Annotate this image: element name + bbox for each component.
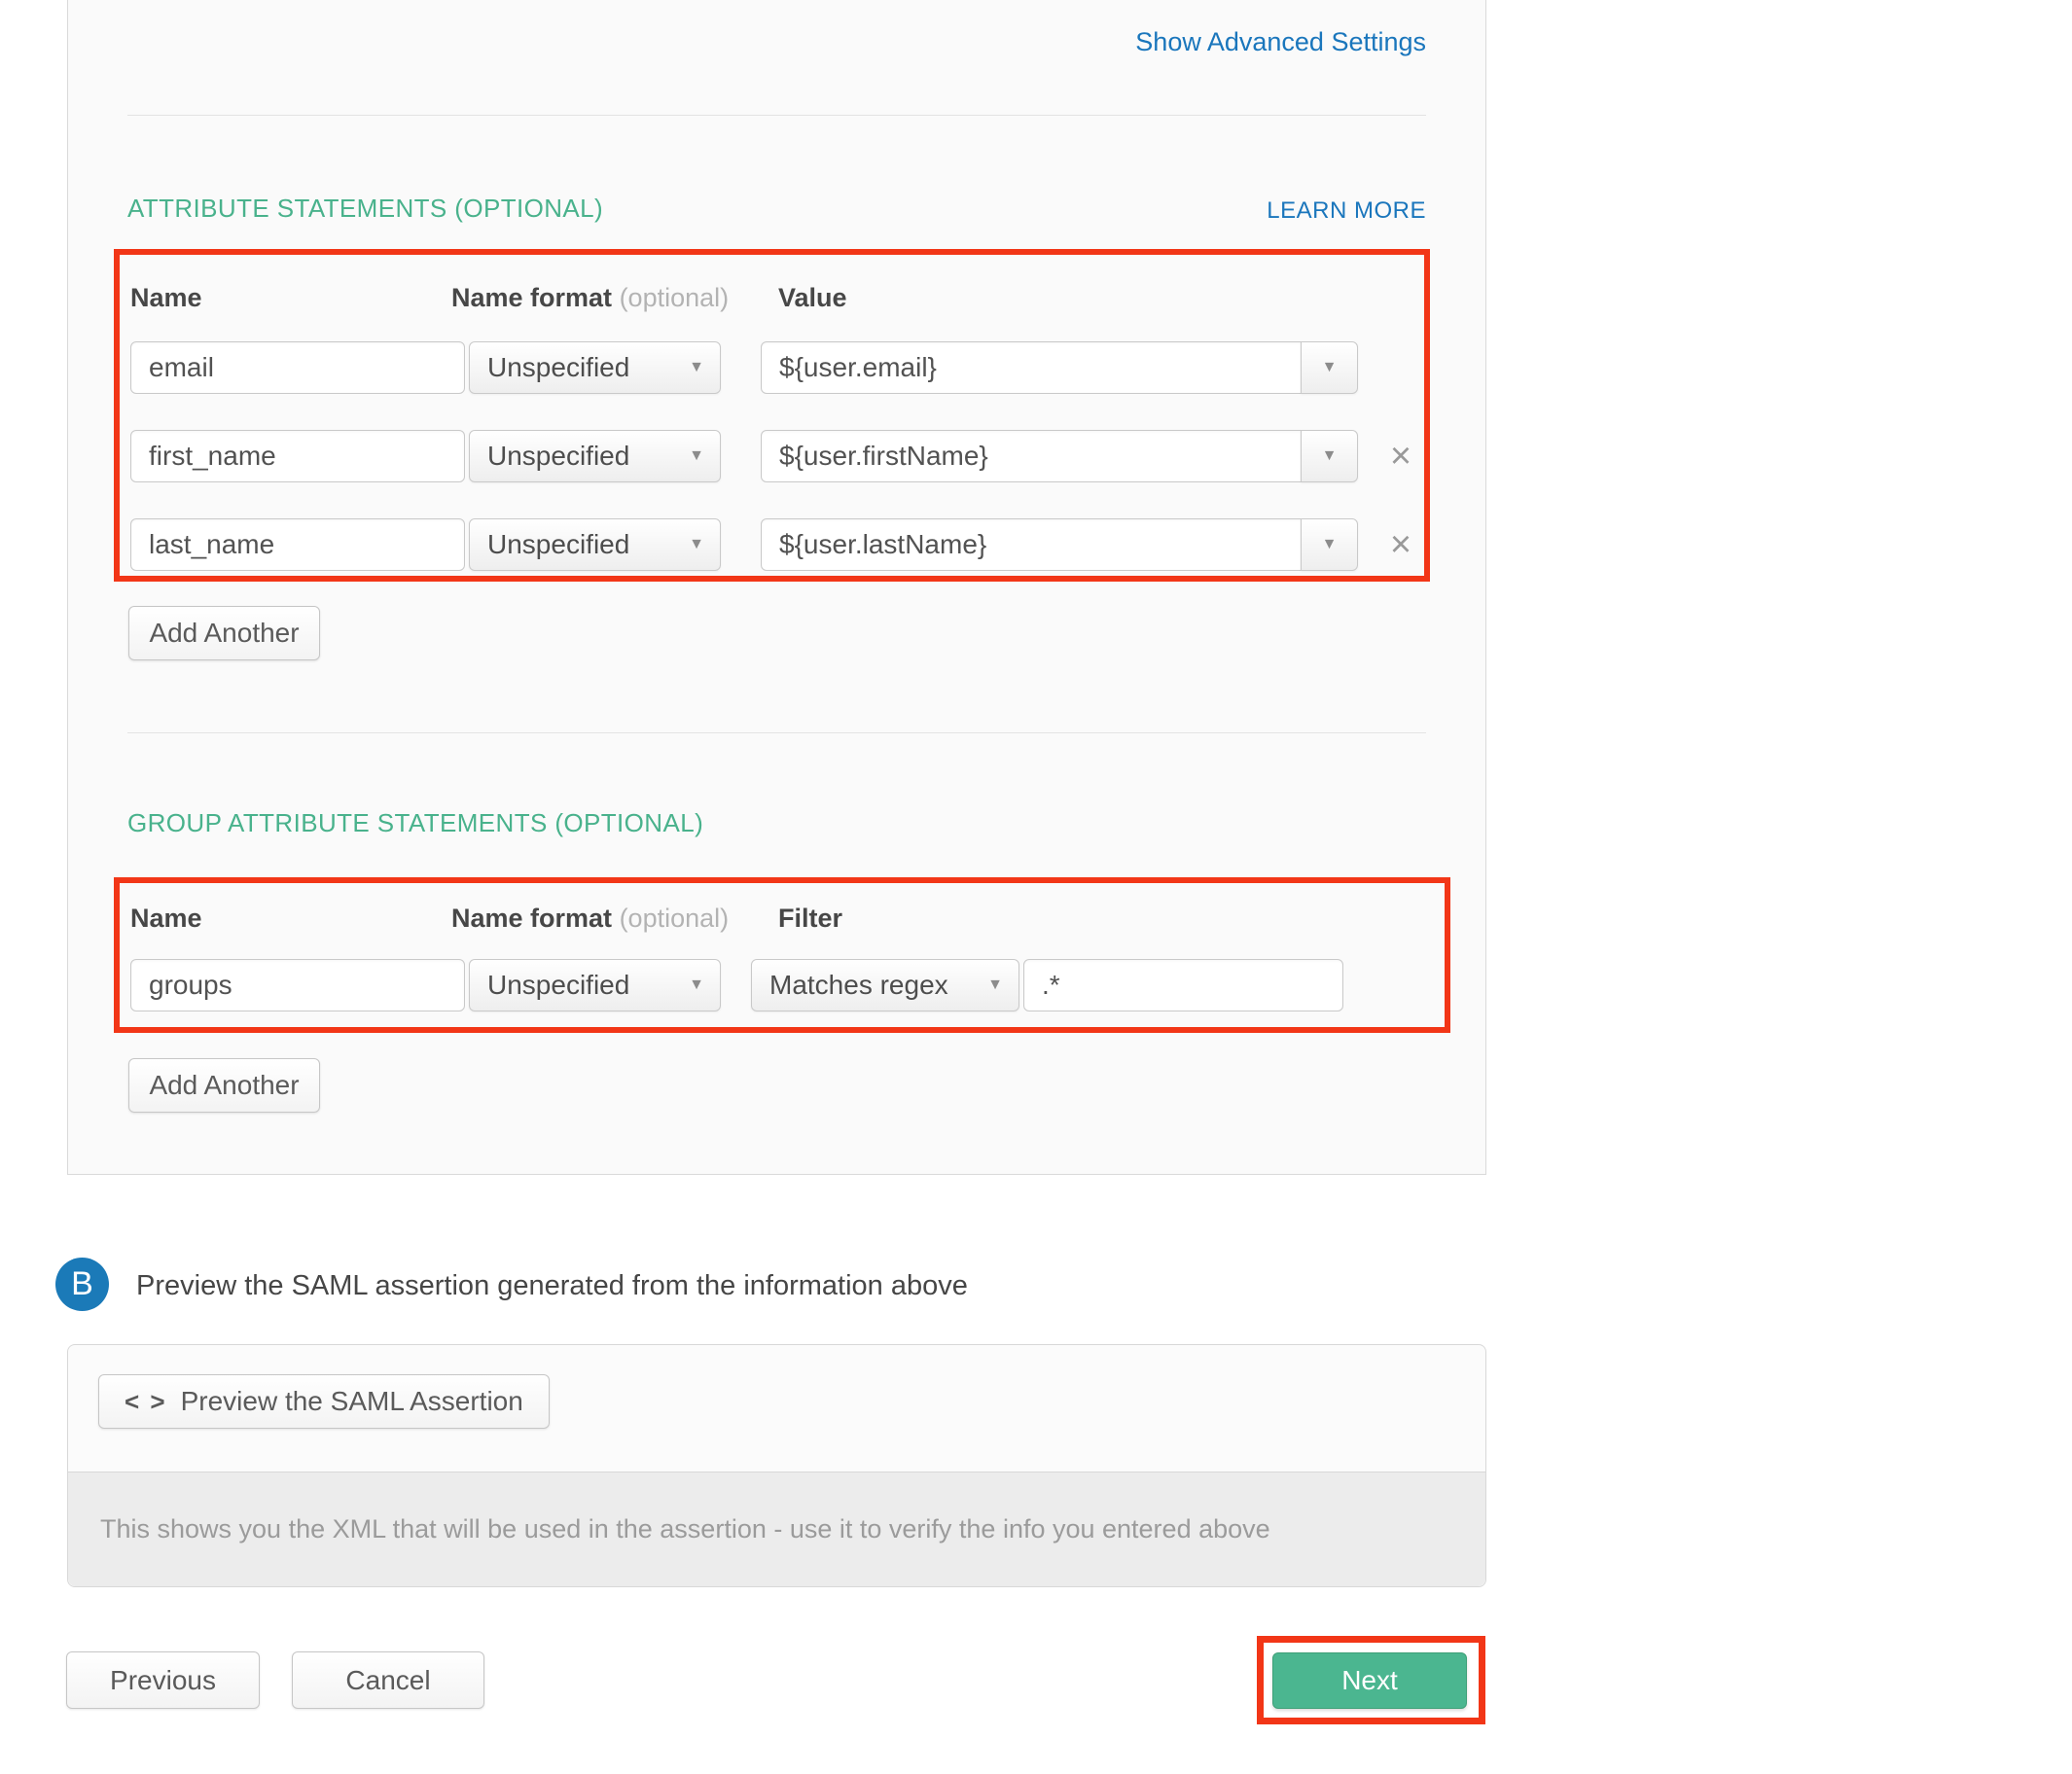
chevron-down-icon: ▼: [689, 360, 704, 375]
preview-saml-assertion-label: Preview the SAML Assertion: [181, 1386, 523, 1417]
preview-saml-assertion-button[interactable]: < > Preview the SAML Assertion: [98, 1374, 550, 1429]
chevron-down-icon: ▼: [987, 977, 1003, 993]
column-header-name-format-label: Name format: [451, 904, 612, 933]
attribute-row: Unspecified ▼ ▼ ×: [0, 430, 2072, 482]
name-format-select[interactable]: Unspecified ▼: [469, 430, 721, 482]
attribute-value-input[interactable]: [761, 430, 1302, 482]
preview-card-footer: This shows you the XML that will be used…: [68, 1472, 1485, 1586]
attribute-columns-header: Name Name format (optional) Value: [0, 283, 2072, 322]
name-format-selected-value: Unspecified: [487, 970, 629, 1001]
column-header-optional-note: (optional): [620, 283, 730, 312]
group-attribute-statements-heading: GROUP ATTRIBUTE STATEMENTS (OPTIONAL): [127, 808, 703, 838]
chevron-down-icon: ▼: [1322, 448, 1338, 464]
filter-value-input[interactable]: [1023, 959, 1343, 1011]
column-header-name-format: Name format (optional): [451, 904, 729, 934]
preview-section-title: Preview the SAML assertion generated fro…: [136, 1270, 968, 1302]
value-select-button[interactable]: ▼: [1301, 341, 1358, 394]
attribute-statements-heading: ATTRIBUTE STATEMENTS (OPTIONAL): [127, 194, 603, 224]
section-divider: [127, 732, 1426, 733]
chevron-down-icon: ▼: [1322, 537, 1338, 552]
column-header-optional-note: (optional): [620, 904, 730, 933]
name-format-selected-value: Unspecified: [487, 352, 629, 383]
code-brackets-icon: < >: [125, 1387, 167, 1417]
name-format-select[interactable]: Unspecified ▼: [469, 518, 721, 571]
name-format-select[interactable]: Unspecified ▼: [469, 959, 721, 1011]
attribute-row: Unspecified ▼ ▼: [0, 341, 2072, 394]
add-another-attribute-button[interactable]: Add Another: [128, 606, 320, 660]
preview-note-text: This shows you the XML that will be used…: [68, 1514, 1270, 1544]
learn-more-link[interactable]: LEARN MORE: [1267, 197, 1426, 225]
show-advanced-settings-link[interactable]: Show Advanced Settings: [1135, 27, 1426, 57]
step-b-badge: B: [55, 1258, 109, 1311]
next-button[interactable]: Next: [1272, 1652, 1467, 1709]
chevron-down-icon: ▼: [689, 977, 704, 993]
attribute-name-input[interactable]: [130, 518, 465, 571]
value-select-button[interactable]: ▼: [1301, 430, 1358, 482]
previous-button[interactable]: Previous: [66, 1651, 260, 1709]
remove-row-button[interactable]: ×: [1381, 438, 1420, 475]
remove-row-button[interactable]: ×: [1381, 526, 1420, 563]
preview-assertion-card: < > Preview the SAML Assertion This show…: [67, 1344, 1486, 1587]
chevron-down-icon: ▼: [689, 448, 704, 464]
attribute-row: Unspecified ▼ ▼ ×: [0, 518, 2072, 571]
name-format-selected-value: Unspecified: [487, 529, 629, 560]
group-attribute-row: Unspecified ▼ Matches regex ▼: [0, 959, 2072, 1011]
group-columns-header: Name Name format (optional) Filter: [0, 904, 2072, 942]
attribute-name-input[interactable]: [130, 341, 465, 394]
column-header-name: Name: [130, 283, 202, 313]
column-header-name-format: Name format (optional): [451, 283, 729, 313]
add-another-group-attribute-button[interactable]: Add Another: [128, 1058, 320, 1113]
column-header-filter: Filter: [778, 904, 842, 934]
column-header-name-format-label: Name format: [451, 283, 612, 312]
section-divider: [127, 115, 1426, 116]
chevron-down-icon: ▼: [1322, 360, 1338, 375]
attribute-value-input[interactable]: [761, 341, 1302, 394]
name-format-select[interactable]: Unspecified ▼: [469, 341, 721, 394]
group-name-input[interactable]: [130, 959, 465, 1011]
attribute-value-input[interactable]: [761, 518, 1302, 571]
column-header-value: Value: [778, 283, 847, 313]
chevron-down-icon: ▼: [689, 537, 704, 552]
value-select-button[interactable]: ▼: [1301, 518, 1358, 571]
column-header-name: Name: [130, 904, 202, 934]
cancel-button[interactable]: Cancel: [292, 1651, 484, 1709]
name-format-selected-value: Unspecified: [487, 441, 629, 472]
filter-type-selected-value: Matches regex: [769, 970, 948, 1001]
saml-settings-page: Show Advanced Settings ATTRIBUTE STATEME…: [0, 0, 2072, 1774]
filter-type-select[interactable]: Matches regex ▼: [751, 959, 1019, 1011]
attribute-name-input[interactable]: [130, 430, 465, 482]
